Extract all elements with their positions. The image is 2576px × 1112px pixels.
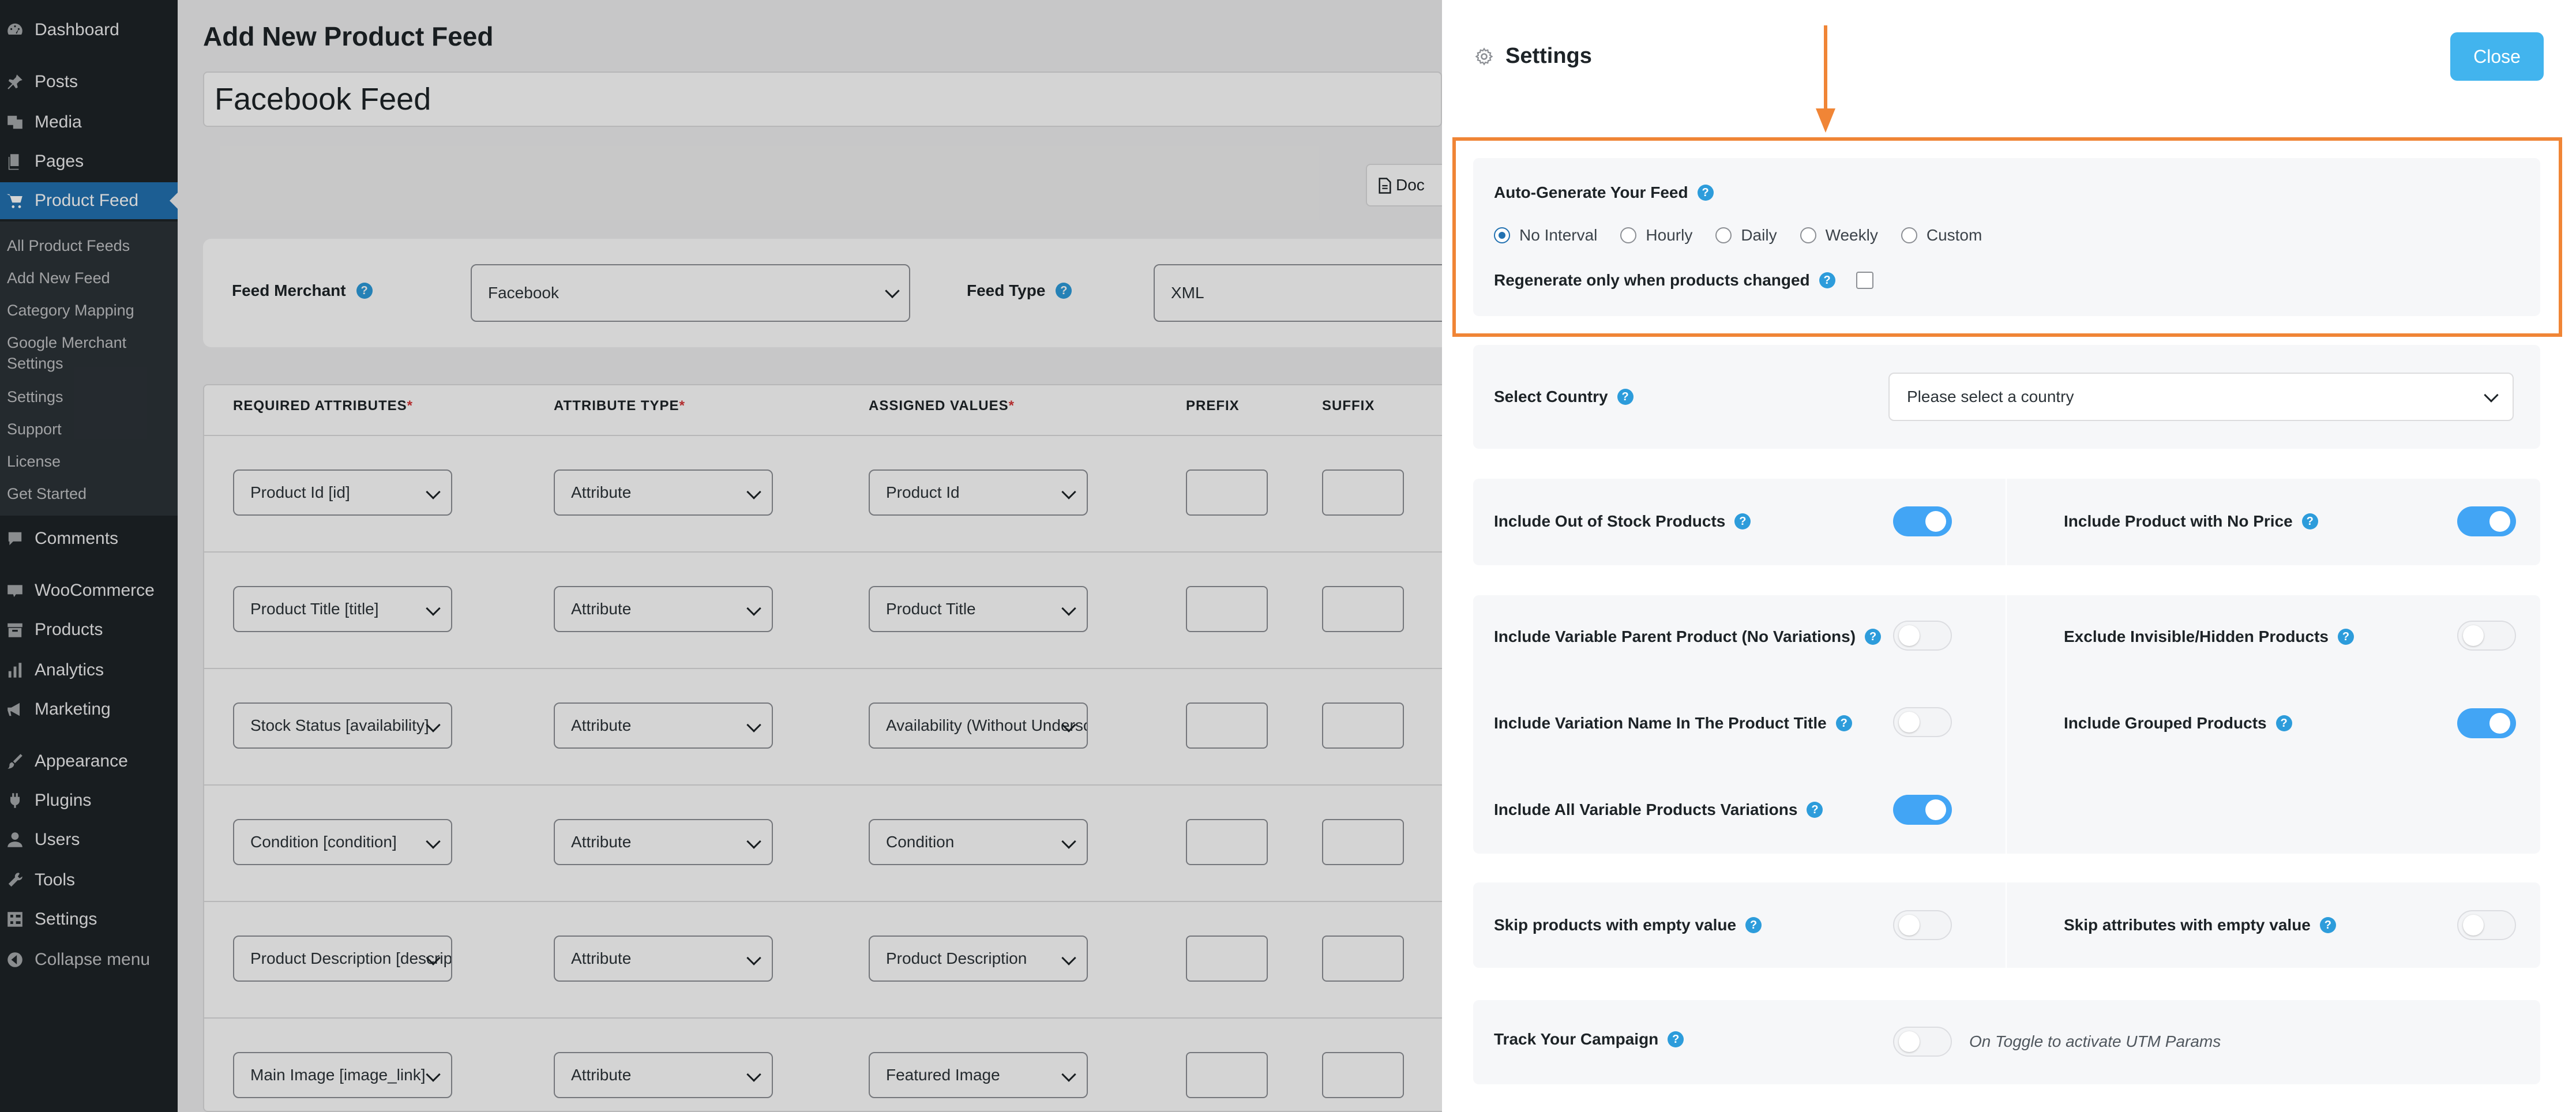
help-icon[interactable]: ? (1835, 715, 1852, 731)
invisible-hidden-label: Exclude Invisible/Hidden Products (2064, 628, 2329, 645)
track-campaign-option: Track Your Campaign ? (1494, 1030, 1684, 1049)
interval-radio-group: No Interval Hourly Daily Weekly Custom (1494, 226, 2005, 245)
radio-label: No Interval (1519, 226, 1598, 244)
help-icon[interactable]: ? (1734, 513, 1751, 529)
toggle-knob (1925, 511, 1946, 532)
regenerate-option: Regenerate only when products changed ? (1494, 271, 1873, 290)
toggle-knob (1899, 1031, 1920, 1052)
skip-empty-card: Skip products with empty value ? Skip at… (1473, 882, 2540, 968)
annotation-arrow (1824, 25, 1827, 112)
all-variations-label: Include All Variable Products Variations (1494, 801, 1798, 818)
select-country-label: Select Country ? (1494, 388, 1634, 406)
radio-no-interval[interactable]: No Interval (1494, 226, 1597, 245)
grouped-products-toggle[interactable] (2457, 708, 2516, 738)
variations-card: Include Variable Parent Product (No Vari… (1473, 595, 2540, 854)
variation-name-toggle[interactable] (1893, 707, 1952, 737)
help-icon[interactable]: ? (2338, 629, 2354, 645)
track-campaign-card: Track Your Campaign ? On Toggle to activ… (1473, 1000, 2540, 1084)
toggle-knob (2489, 511, 2510, 532)
radio-dot (1620, 227, 1637, 243)
divider (2006, 479, 2007, 565)
help-icon[interactable]: ? (1745, 917, 1762, 933)
help-icon[interactable]: ? (2275, 715, 2292, 731)
skip-empty-value-toggle[interactable] (1893, 910, 1952, 940)
radio-weekly[interactable]: Weekly (1800, 226, 1878, 245)
help-icon[interactable]: ? (1617, 389, 1634, 405)
toggle-knob (1899, 625, 1920, 646)
auto-generate-card: Auto-Generate Your Feed ? No Interval Ho… (1473, 158, 2540, 316)
help-icon[interactable]: ? (1819, 272, 1835, 288)
country-select[interactable]: Please select a country (1888, 373, 2514, 421)
auto-generate-label: Auto-Generate Your Feed ? (1494, 183, 1714, 202)
radio-dot (1715, 227, 1732, 243)
modal-backdrop[interactable] (0, 0, 1442, 1112)
utm-params-note: On Toggle to activate UTM Params (1969, 1032, 2221, 1050)
skip-empty-value-label: Skip products with empty value (1494, 916, 1737, 934)
all-variations-toggle[interactable] (1893, 795, 1952, 825)
grouped-products-option: Include Grouped Products ? (2064, 714, 2292, 732)
help-icon[interactable]: ? (1807, 802, 1823, 818)
variation-name-label: Include Variation Name In The Product Ti… (1494, 714, 1827, 732)
auto-generate-label-text: Auto-Generate Your Feed (1494, 183, 1688, 201)
skip-empty-value-option: Skip products with empty value ? (1494, 916, 1762, 934)
radio-label: Weekly (1825, 226, 1878, 244)
toggle-knob (2463, 625, 2484, 646)
out-of-stock-option: Include Out of Stock Products ? (1494, 512, 1751, 531)
skip-empty-attr-toggle[interactable] (2457, 910, 2516, 940)
toggle-knob (2463, 915, 2484, 936)
select-country-card: Select Country ? Please select a country (1473, 345, 2540, 449)
help-icon[interactable]: ? (1865, 629, 1882, 645)
skip-empty-attr-label: Skip attributes with empty value (2064, 916, 2311, 934)
no-price-toggle[interactable] (2457, 506, 2516, 536)
variable-parent-option: Include Variable Parent Product (No Vari… (1494, 628, 1882, 646)
help-icon[interactable]: ? (1697, 185, 1714, 201)
radio-dot (1494, 227, 1510, 243)
help-icon[interactable]: ? (1668, 1031, 1684, 1047)
all-variations-option: Include All Variable Products Variations… (1494, 801, 1823, 819)
track-campaign-toggle[interactable] (1893, 1027, 1952, 1057)
out-of-stock-label: Include Out of Stock Products (1494, 512, 1726, 530)
radio-daily[interactable]: Daily (1715, 226, 1777, 245)
radio-hourly[interactable]: Hourly (1620, 226, 1692, 245)
track-campaign-label: Track Your Campaign (1494, 1030, 1659, 1048)
toggle-knob (2489, 713, 2510, 734)
radio-custom[interactable]: Custom (1901, 226, 1982, 245)
settings-drawer: Settings Close Auto-Generate Your Feed ?… (1442, 0, 2576, 1112)
help-icon[interactable]: ? (2301, 513, 2318, 529)
stock-price-card: Include Out of Stock Products ? Include … (1473, 479, 2540, 565)
divider (2006, 882, 2007, 968)
regenerate-label: Regenerate only when products changed (1494, 271, 1810, 289)
variation-name-option: Include Variation Name In The Product Ti… (1494, 714, 1852, 732)
drawer-title: Settings (1505, 44, 1592, 68)
close-button[interactable]: Close (2450, 32, 2544, 81)
grouped-products-label: Include Grouped Products (2064, 714, 2267, 732)
radio-label: Daily (1741, 226, 1777, 244)
toggle-knob (1925, 799, 1946, 820)
gear-icon (1475, 47, 1493, 66)
help-icon[interactable]: ? (2319, 917, 2336, 933)
country-select-placeholder: Please select a country (1907, 388, 2074, 405)
radio-label: Hourly (1646, 226, 1693, 244)
divider (2006, 595, 2007, 854)
no-price-label: Include Product with No Price (2064, 512, 2293, 530)
select-country-label-text: Select Country (1494, 388, 1608, 405)
invisible-hidden-option: Exclude Invisible/Hidden Products ? (2064, 628, 2354, 646)
toggle-knob (1899, 915, 1920, 936)
variable-parent-toggle[interactable] (1893, 621, 1952, 651)
radio-dot (1800, 227, 1816, 243)
drawer-header: Settings (1474, 44, 1592, 69)
skip-empty-attr-option: Skip attributes with empty value ? (2064, 916, 2336, 934)
radio-dot (1901, 227, 1917, 243)
regenerate-checkbox[interactable] (1856, 272, 1873, 289)
no-price-option: Include Product with No Price ? (2064, 512, 2318, 531)
toggle-knob (1899, 712, 1920, 732)
radio-label: Custom (1926, 226, 1982, 244)
out-of-stock-toggle[interactable] (1893, 506, 1952, 536)
invisible-hidden-toggle[interactable] (2457, 621, 2516, 651)
annotation-arrow-head (1816, 108, 1835, 133)
chevron-down-icon (2484, 388, 2499, 403)
variable-parent-label: Include Variable Parent Product (No Vari… (1494, 628, 1856, 645)
